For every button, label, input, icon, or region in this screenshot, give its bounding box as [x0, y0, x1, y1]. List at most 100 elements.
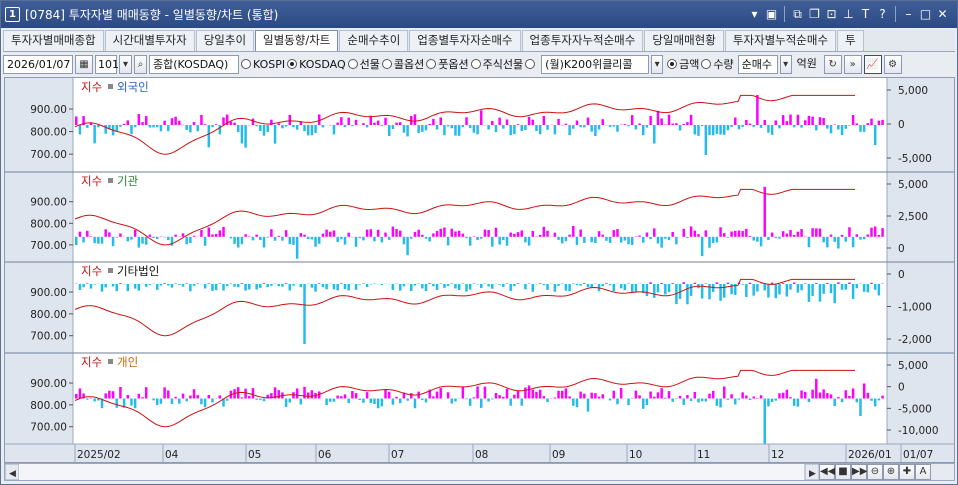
flow-bar — [730, 394, 733, 399]
tab-2[interactable]: 당일추이 — [195, 30, 255, 51]
flow-bar — [538, 283, 542, 284]
right-axis-tick: -1,000 — [898, 302, 932, 314]
flow-bar — [450, 228, 454, 237]
date-field[interactable]: 2026/01/07 — [3, 54, 73, 74]
chart-scrollbar[interactable]: ◀ ▶ ◀◀ ■ ▶▶ ⊖ ⊕ ✚ A — [4, 463, 955, 481]
flow-bar — [881, 395, 884, 399]
flow-bar — [461, 386, 465, 399]
unit-radio-0[interactable]: 금액 — [667, 56, 699, 72]
market-radio-5[interactable]: 주식선물 — [470, 56, 523, 72]
flow-bar — [796, 231, 800, 237]
flow-bar — [877, 120, 881, 125]
unit-radio-1[interactable]: 수량 — [701, 56, 734, 72]
title-bar[interactable]: 1 [0784] 투자자별 매매동향 - 일별동향/차트 (통합) ▾ ▣ ⧉ … — [1, 1, 957, 28]
flow-bar — [119, 125, 122, 127]
flow-bar — [848, 125, 851, 126]
settings-gear-icon[interactable]: ⚙ — [883, 54, 902, 74]
market-radio-6[interactable] — [525, 59, 537, 69]
market-radio-3[interactable]: 콜옵션 — [381, 56, 424, 72]
radio-dot-icon[interactable] — [525, 59, 536, 69]
flow-bar — [796, 114, 800, 125]
flow-bar — [97, 125, 100, 128]
font-icon[interactable]: T — [857, 5, 874, 23]
flow-bar — [384, 117, 387, 125]
radio-dot-icon[interactable] — [667, 59, 678, 69]
pin-icon[interactable]: ⊥ — [840, 5, 857, 23]
market-radio-2[interactable]: 선물 — [347, 56, 380, 72]
flow-bar — [538, 125, 542, 135]
market-radio-1[interactable]: KOSDAQ — [287, 58, 346, 71]
flow-bar — [362, 236, 365, 241]
chart-area[interactable]: 900.00 800.00 700.00 5,000 0 -5,000 지수 외국인 900.0… — [4, 77, 955, 463]
link-icon[interactable]: ⧉ — [789, 5, 806, 23]
memo-icon[interactable]: ▣ — [763, 5, 780, 23]
flow-bar — [627, 398, 630, 406]
next-icon[interactable]: » — [843, 54, 862, 74]
tab-1[interactable]: 시간대별투자자 — [104, 30, 195, 51]
close-icon[interactable]: ✕ — [934, 5, 951, 23]
radio-dot-icon[interactable] — [426, 59, 437, 69]
flow-bar — [248, 284, 251, 290]
restore-icon[interactable]: ⊡ — [823, 5, 840, 23]
help-icon[interactable]: ? — [874, 5, 891, 23]
market-radio-4[interactable]: 풋옵션 — [426, 56, 469, 72]
maximize-icon[interactable]: □ — [917, 5, 934, 23]
tab-3[interactable]: 일별동향/차트 — [255, 30, 339, 51]
flow-bar — [745, 395, 748, 399]
calendar-icon[interactable]: ▦ — [75, 54, 93, 74]
tab-4[interactable]: 순매수추이 — [339, 30, 409, 51]
tab-5[interactable]: 업종별투자자순매수 — [409, 30, 521, 51]
flow-bar — [240, 125, 244, 144]
product-dropdown-icon[interactable]: ▾ — [651, 54, 664, 74]
flow-bar — [645, 232, 649, 237]
zoom-out-icon[interactable]: ⊖ — [867, 464, 883, 480]
market-radio-0[interactable]: KOSPI — [241, 58, 285, 71]
tab-0[interactable]: 투자자별매매종합 — [3, 30, 104, 51]
code-search-icon[interactable]: ⌕ — [134, 54, 147, 74]
radio-dot-icon[interactable] — [287, 59, 298, 69]
flow-bar — [347, 117, 350, 125]
flow-bar — [325, 229, 328, 237]
refresh-icon[interactable]: ↻ — [823, 54, 842, 74]
forward-icon[interactable]: ▶▶ — [851, 464, 867, 480]
tab-9[interactable]: 투 — [837, 30, 864, 51]
flow-bar — [167, 125, 170, 132]
tab-8[interactable]: 투자자별누적순매수 — [724, 30, 837, 51]
flow-bar — [848, 227, 851, 237]
flow-bar — [616, 125, 619, 132]
flow-bar — [332, 398, 336, 402]
trade-type-dropdown-icon[interactable]: ▾ — [779, 54, 792, 74]
trade-type-select[interactable]: 순매수 — [737, 54, 778, 74]
radio-dot-icon[interactable] — [347, 59, 358, 69]
market-field[interactable]: 종합(KOSDAQ) — [149, 54, 239, 74]
chart-toggle-icon[interactable]: 📈 — [863, 54, 882, 74]
flow-bar — [402, 125, 406, 133]
rewind-icon[interactable]: ◀◀ — [819, 464, 835, 480]
flow-bar — [391, 226, 395, 237]
radio-dot-icon[interactable] — [701, 59, 712, 69]
tab-6[interactable]: 업종투자자누적순매수 — [521, 30, 644, 51]
flow-bar — [237, 236, 240, 248]
flow-bar — [873, 226, 877, 237]
code-dropdown-icon[interactable]: ▾ — [119, 54, 132, 74]
radio-dot-icon[interactable] — [381, 59, 392, 69]
dropdown-arrow-icon[interactable]: ▾ — [746, 5, 763, 23]
radio-dot-icon[interactable] — [470, 59, 481, 69]
minimize-icon[interactable]: – — [900, 5, 917, 23]
flow-bar — [93, 236, 96, 244]
font-size-icon[interactable]: A — [915, 464, 931, 480]
crosshair-icon[interactable]: ✚ — [899, 464, 915, 480]
radio-dot-icon[interactable] — [241, 59, 251, 69]
flow-bar — [292, 284, 295, 286]
tab-7[interactable]: 당일매매현황 — [644, 30, 724, 51]
flow-bar — [509, 398, 512, 406]
zoom-in-icon[interactable]: ⊕ — [883, 464, 899, 480]
stop-icon[interactable]: ■ — [835, 464, 851, 480]
flow-bar — [682, 398, 685, 405]
flow-bar — [678, 395, 682, 399]
flow-bar — [789, 114, 792, 125]
window-icon[interactable]: ❐ — [806, 5, 823, 23]
flow-bar — [347, 232, 350, 237]
code-field[interactable]: 101 — [95, 54, 119, 74]
product-select[interactable]: (월)K200위클리콜 — [541, 54, 650, 74]
